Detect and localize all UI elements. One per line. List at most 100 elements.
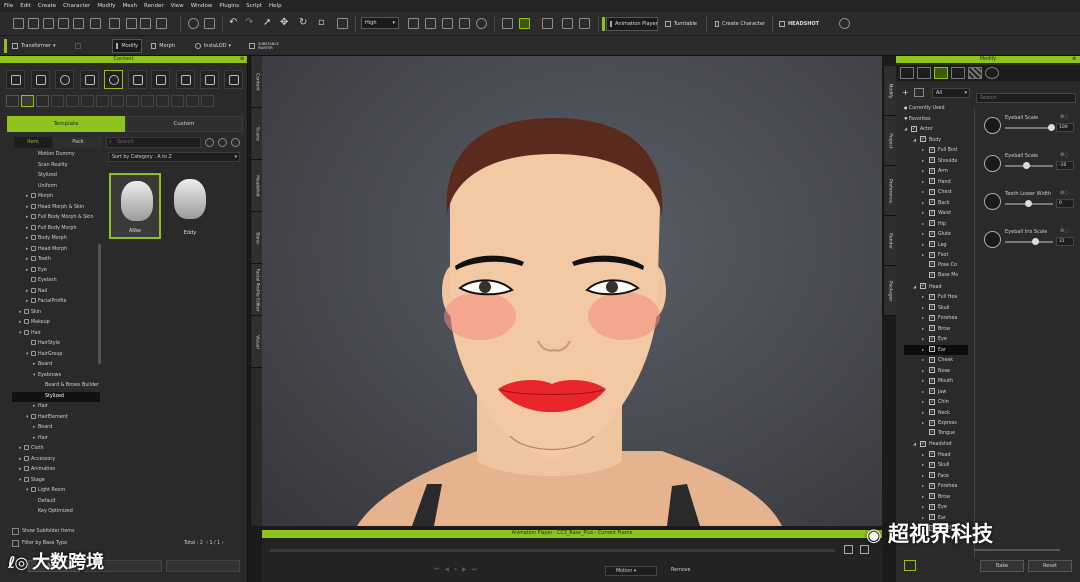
menu-item[interactable]: View [171,3,184,9]
subfolder-checkbox[interactable] [12,528,19,535]
item-checkbox[interactable] [929,460,935,470]
expand-arrow-icon[interactable]: ▸ [922,250,929,261]
import-icon[interactable] [43,18,54,29]
modify-tree-item[interactable]: ▸ Eye [904,334,968,345]
material-icon[interactable] [951,67,965,79]
slider-value-input[interactable]: 100 [1056,123,1074,132]
item-checkbox[interactable] [929,449,935,460]
expand-arrow-icon[interactable]: ▸ [922,355,929,366]
item-checkbox[interactable] [929,323,935,334]
grid-icon[interactable] [408,18,419,29]
modify-tree-item[interactable]: ▸ Hand [904,176,968,188]
animation-player-button[interactable]: Animation Player [606,17,658,31]
expand-arrow-icon[interactable]: ◢ [913,439,920,450]
animation-content-icon[interactable] [176,70,195,89]
modify-tree-item[interactable]: ◢ Headshot [904,439,968,450]
sub-icon-7[interactable] [96,95,109,107]
tree-item[interactable]: ▸ Full Body Morph & Skin [12,213,100,224]
expand-arrow-icon[interactable]: ▸ [922,240,929,251]
substance-button[interactable]: SUBSTANCE PAINTER [246,39,286,53]
horizontal-scrollbar[interactable] [974,549,1060,551]
add-icon[interactable]: + [902,88,909,97]
item-checkbox[interactable] [929,176,935,187]
refresh-icon[interactable] [218,138,227,147]
expand-arrow-icon[interactable]: ▸ [922,313,929,324]
modify-tree-item[interactable]: ▸ Head [904,449,968,461]
item-checkbox[interactable] [929,197,935,208]
tree-item[interactable]: ▸ Head Morph & Skin [12,203,100,214]
modify-tree-item[interactable]: ▸ Chest [904,187,968,198]
item-checkbox[interactable] [929,259,935,270]
item-checkbox[interactable] [920,281,926,292]
tree-item[interactable]: ▸ Teeth [12,255,100,266]
item-checkbox[interactable] [929,418,935,428]
wireframe-icon[interactable] [425,18,436,29]
item-checkbox[interactable] [929,502,935,512]
modify-tree-item[interactable]: ▸ Shoulde [904,155,968,167]
side-tab[interactable]: Project [884,116,896,166]
item-checkbox[interactable] [929,481,935,491]
tree-item[interactable]: ▾ HairElement [12,413,100,424]
expand-arrow-icon[interactable]: ▸ [922,177,929,188]
modify-tree-item[interactable]: ▸ Chin [904,397,968,408]
item-checkbox[interactable] [929,166,935,176]
item-checkbox[interactable] [929,145,935,155]
tree-item[interactable]: ▸ FacialProfile [12,297,100,308]
expand-arrow-icon[interactable]: ▸ [922,156,929,167]
sub-icon-4[interactable] [51,95,64,107]
project-icon[interactable] [6,70,25,89]
item-checkbox[interactable] [911,124,917,134]
slider-handle[interactable] [1022,162,1030,169]
item-checkbox[interactable] [920,439,926,449]
modify-tree-item[interactable]: ▸ Jaw [904,386,968,398]
menu-item[interactable]: Modify [97,3,115,9]
sub-icon-12[interactable] [171,95,184,107]
morph-button[interactable]: Morph [148,39,178,53]
keyframe-icon[interactable] [844,545,853,554]
scale-icon[interactable]: ▫ [318,18,329,29]
sub-icon-6[interactable] [81,95,94,107]
menu-item[interactable]: Plugins [219,3,239,9]
slider-track[interactable] [1005,127,1053,129]
tree-item[interactable]: ▾ Hair [12,329,100,340]
expand-arrow-icon[interactable]: ▸ [922,145,929,156]
tree-item[interactable]: ▸ Hair [12,434,100,445]
item-checkbox[interactable] [929,155,935,166]
rotate-icon[interactable]: ↻ [299,18,310,29]
item-checkbox[interactable] [929,239,935,250]
lock-icon[interactable]: ⊘◌ [1060,114,1069,120]
item-checkbox[interactable] [929,270,935,280]
side-tab[interactable]: Modify [884,66,896,116]
hair-content-icon[interactable] [104,70,123,89]
modify-tree-item[interactable]: ▸ Arm [904,166,968,177]
modify-tree-item[interactable]: ▸ Forehea [904,481,968,492]
pager[interactable]: ‹ 1 / 1 › [206,541,224,546]
texture-icon[interactable] [459,18,470,29]
modify-tree-item[interactable]: ◢ Head [904,281,968,293]
instalod-button[interactable]: InstaLOD ▾ [192,39,234,53]
lock-icon[interactable]: ⊘◌ [1060,190,1069,196]
viewport-3d[interactable] [262,56,882,526]
tree-item[interactable]: ▸ Full Body Morph [12,224,100,235]
skin-icon[interactable] [80,70,99,89]
expand-arrow-icon[interactable]: ▸ [922,208,929,219]
sub-icon-5[interactable] [66,95,79,107]
menu-item[interactable]: Render [144,3,164,9]
modify-tree-item[interactable]: ▸ Nose [904,365,968,377]
tree-item[interactable]: ▸ Beard [12,423,100,434]
sub-icon-3[interactable] [36,95,49,107]
tree-item[interactable]: Default [12,497,100,508]
smooth-icon[interactable] [442,18,453,29]
side-tab[interactable]: Preference [884,166,896,216]
modify-tree-item[interactable]: ▸ Ear [904,344,968,356]
tab-item[interactable]: Item [14,137,52,148]
expand-arrow-icon[interactable]: ▸ [922,219,929,230]
expand-arrow-icon[interactable]: ▸ [922,345,929,356]
sub-icon-8[interactable] [111,95,124,107]
new-icon[interactable] [13,18,24,29]
menu-item[interactable]: Mesh [123,3,137,9]
globe-icon[interactable] [839,18,850,29]
physics-icon[interactable] [985,67,999,79]
pose-icon[interactable] [917,67,931,79]
modify-tree-item[interactable]: ▸ Skull [904,302,968,314]
